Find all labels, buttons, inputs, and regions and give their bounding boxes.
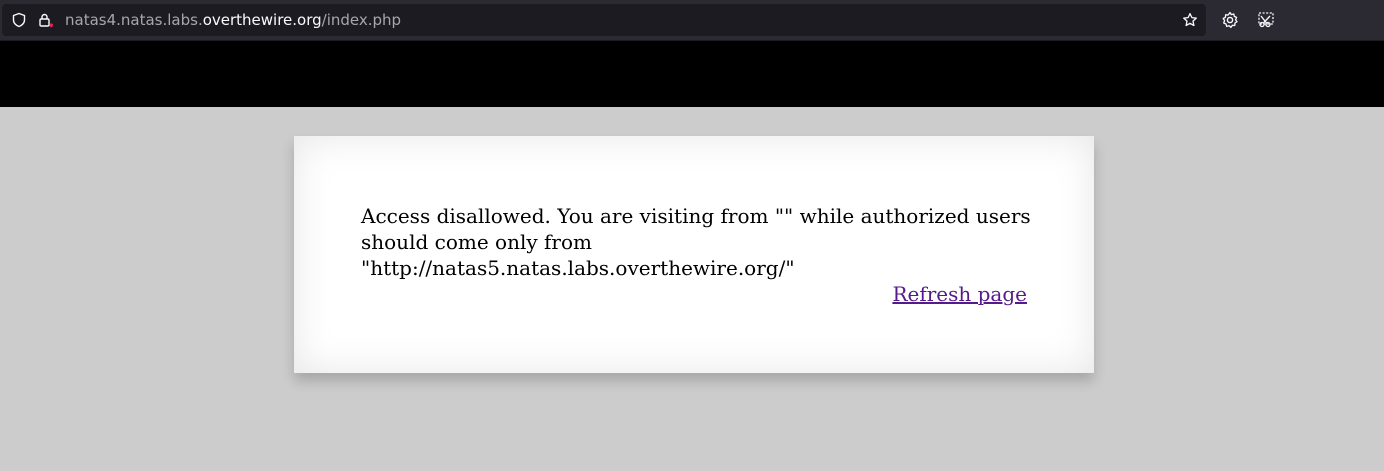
page-header-band xyxy=(0,41,1384,107)
url-bar[interactable]: natas4.natas.labs.overthewire.org/index.… xyxy=(2,4,1206,36)
content-panel: Access disallowed. You are visiting from… xyxy=(294,136,1094,373)
shield-icon[interactable] xyxy=(11,12,27,28)
access-message: Access disallowed. You are visiting from… xyxy=(361,204,1031,280)
url-path: /index.php xyxy=(321,11,402,29)
browser-toolbar: natas4.natas.labs.overthewire.org/index.… xyxy=(0,0,1384,41)
url-domain: overthewire.org xyxy=(202,11,322,29)
refresh-page-link[interactable]: Refresh page xyxy=(892,282,1027,306)
lock-warning-icon[interactable] xyxy=(37,12,53,28)
gear-icon[interactable] xyxy=(1221,11,1239,29)
star-icon[interactable] xyxy=(1182,12,1198,28)
refresh-container: Refresh page xyxy=(892,281,1027,307)
url-prefix: natas4.natas.labs. xyxy=(65,11,203,29)
screenshot-icon[interactable] xyxy=(1257,11,1275,29)
url-text[interactable]: natas4.natas.labs.overthewire.org/index.… xyxy=(65,4,401,36)
